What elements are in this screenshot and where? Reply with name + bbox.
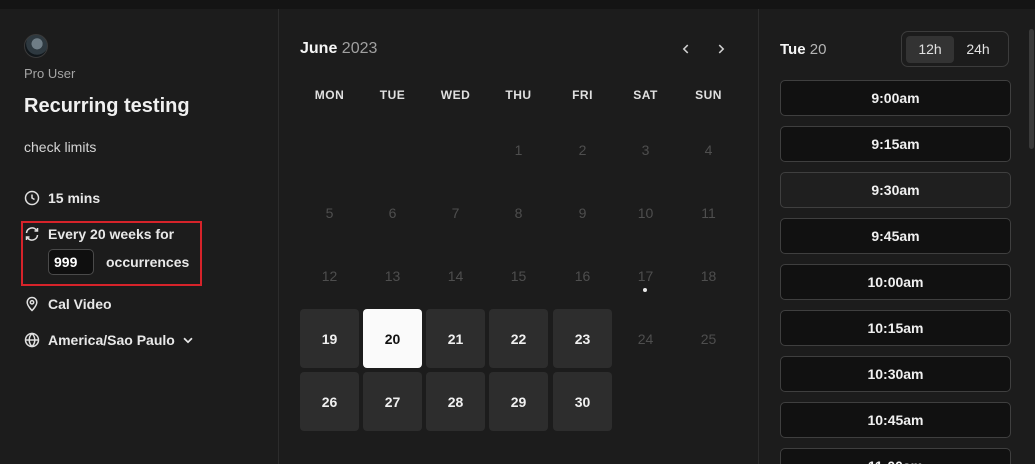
calendar-day[interactable]: 19	[300, 309, 359, 368]
calendar-day: 17	[637, 267, 654, 284]
calendar-day[interactable]: 26	[300, 372, 359, 431]
time-slot-button[interactable]: 9:30am	[780, 172, 1011, 208]
timezone-label: America/Sao Paulo	[48, 332, 175, 348]
occurrences-label: occurrences	[106, 254, 190, 270]
calendar-panel: June 2023 MON TUE WED THU FRI SAT SUN 12345678…	[279, 9, 759, 464]
calendar-day: 2	[578, 141, 587, 158]
calendar-day: 1	[514, 141, 523, 158]
time-slot-button[interactable]: 10:15am	[780, 310, 1011, 346]
today-indicator	[643, 288, 647, 292]
calendar-day: 15	[510, 267, 527, 284]
year-label: 2023	[341, 40, 378, 57]
weekday-label: WED	[440, 88, 471, 102]
month-title: June 2023	[300, 40, 377, 58]
clock-icon	[24, 190, 40, 206]
host-name: Pro User	[24, 66, 76, 81]
calendar-day: 16	[574, 267, 591, 284]
avatar	[24, 34, 48, 58]
timezone-select[interactable]: America/Sao Paulo	[24, 332, 195, 348]
time-slot-button[interactable]: 9:45am	[780, 218, 1011, 254]
calendar-day[interactable]: 23	[553, 309, 612, 368]
calendar-day[interactable]: 20	[363, 309, 422, 368]
time-slots-panel: Tue 20 12h 24h 9:00am 9:15am 9:30am 9:45am 1…	[759, 9, 1035, 464]
time-slot-button[interactable]: 10:45am	[780, 402, 1011, 438]
calendar-day: 8	[514, 204, 523, 221]
calendar-day: 4	[704, 141, 713, 158]
calendar-day[interactable]: 21	[426, 309, 485, 368]
location-pin-icon	[26, 296, 38, 312]
event-description: check limits	[24, 139, 97, 155]
calendar-day[interactable]: 27	[363, 372, 422, 431]
time-slot-button[interactable]: 10:00am	[780, 264, 1011, 300]
weekday-label: MON	[314, 88, 345, 102]
calendar-day: 18	[700, 267, 717, 284]
calendar-day: 13	[384, 267, 401, 284]
weekday-label: SUN	[695, 88, 722, 102]
time-slot-button[interactable]: 10:30am	[780, 356, 1011, 392]
chevron-down-icon	[183, 337, 193, 344]
recurrence-label: Every 20 weeks for	[48, 226, 175, 242]
calendar-day: 7	[451, 204, 460, 221]
chevron-right-icon	[718, 44, 725, 54]
weekday-label: TUE	[379, 88, 406, 102]
booking-page: Pro User Recurring testing check limits …	[0, 0, 1035, 464]
weekday-label: SAT	[633, 88, 658, 102]
next-month-button[interactable]	[711, 39, 731, 59]
calendar-day: 24	[637, 330, 654, 347]
calendar-day: 14	[447, 267, 464, 284]
event-title: Recurring testing	[24, 95, 190, 117]
month-name: June	[300, 40, 338, 57]
location-label: Cal Video	[48, 296, 112, 312]
format-24h-button[interactable]: 24h	[954, 36, 1002, 63]
event-info-panel: Pro User Recurring testing check limits …	[0, 9, 279, 464]
calendar-day: 5	[325, 204, 334, 221]
calendar-day: 9	[578, 204, 587, 221]
time-slot-button[interactable]: 9:00am	[780, 80, 1011, 116]
calendar-day: 12	[321, 267, 338, 284]
duration-row: 15 mins	[24, 190, 100, 206]
calendar-day: 6	[388, 204, 397, 221]
calendar-day[interactable]: 30	[553, 372, 612, 431]
location-row: Cal Video	[24, 296, 112, 312]
calendar-day: 11	[701, 204, 716, 221]
repeat-icon	[25, 227, 39, 241]
previous-month-button[interactable]	[676, 39, 696, 59]
calendar-day[interactable]: 28	[426, 372, 485, 431]
recurrence-row: Every 20 weeks for	[24, 226, 174, 242]
chevron-left-icon	[682, 44, 689, 54]
occurrences-input[interactable]: 999	[48, 249, 94, 275]
format-12h-button[interactable]: 12h	[906, 35, 954, 63]
time-slot-button[interactable]: 11:00am	[780, 448, 1011, 464]
calendar-day[interactable]: 29	[489, 372, 548, 431]
calendar-day: 10	[637, 204, 654, 221]
calendar-day[interactable]: 22	[489, 309, 548, 368]
selected-weekday: Tue	[780, 41, 806, 58]
weekday-label: FRI	[572, 88, 593, 102]
duration-label: 15 mins	[48, 190, 101, 206]
globe-icon	[24, 332, 40, 348]
selected-date: Tue 20	[780, 41, 826, 58]
time-slot-button[interactable]: 9:15am	[780, 126, 1011, 162]
time-format-toggle: 12h 24h	[901, 31, 1009, 67]
slots-scrollbar[interactable]	[1029, 29, 1034, 149]
calendar-day: 25	[700, 330, 717, 347]
weekday-label: THU	[505, 88, 532, 102]
selected-day-number: 20	[809, 41, 827, 58]
calendar-day: 3	[641, 141, 650, 158]
